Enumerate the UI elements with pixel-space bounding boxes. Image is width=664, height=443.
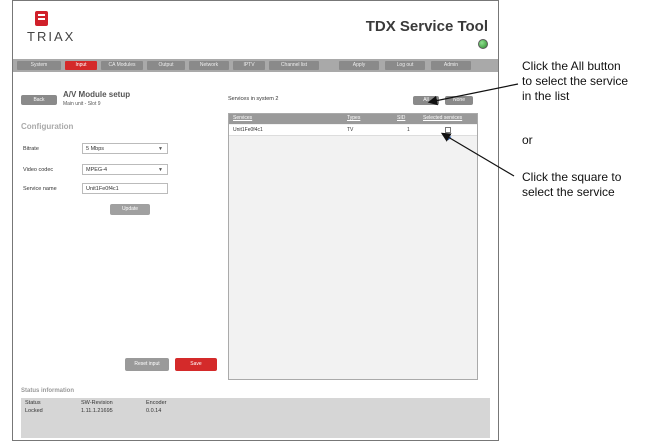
annotation-line: Click the square to bbox=[522, 170, 622, 184]
annotation-line: in the list bbox=[522, 89, 570, 103]
arrow-to-all-button bbox=[427, 83, 519, 106]
annotation-all-button: Click the All button to select the servi… bbox=[522, 59, 628, 104]
annotation-or: or bbox=[522, 133, 533, 147]
annotation-line: to select the service bbox=[522, 74, 629, 88]
arrow-to-checkbox bbox=[440, 132, 515, 177]
annotation-line: Click the All button bbox=[522, 59, 621, 73]
annotation-line: select the service bbox=[522, 185, 615, 199]
annotation-square: Click the square to select the service bbox=[522, 170, 621, 200]
